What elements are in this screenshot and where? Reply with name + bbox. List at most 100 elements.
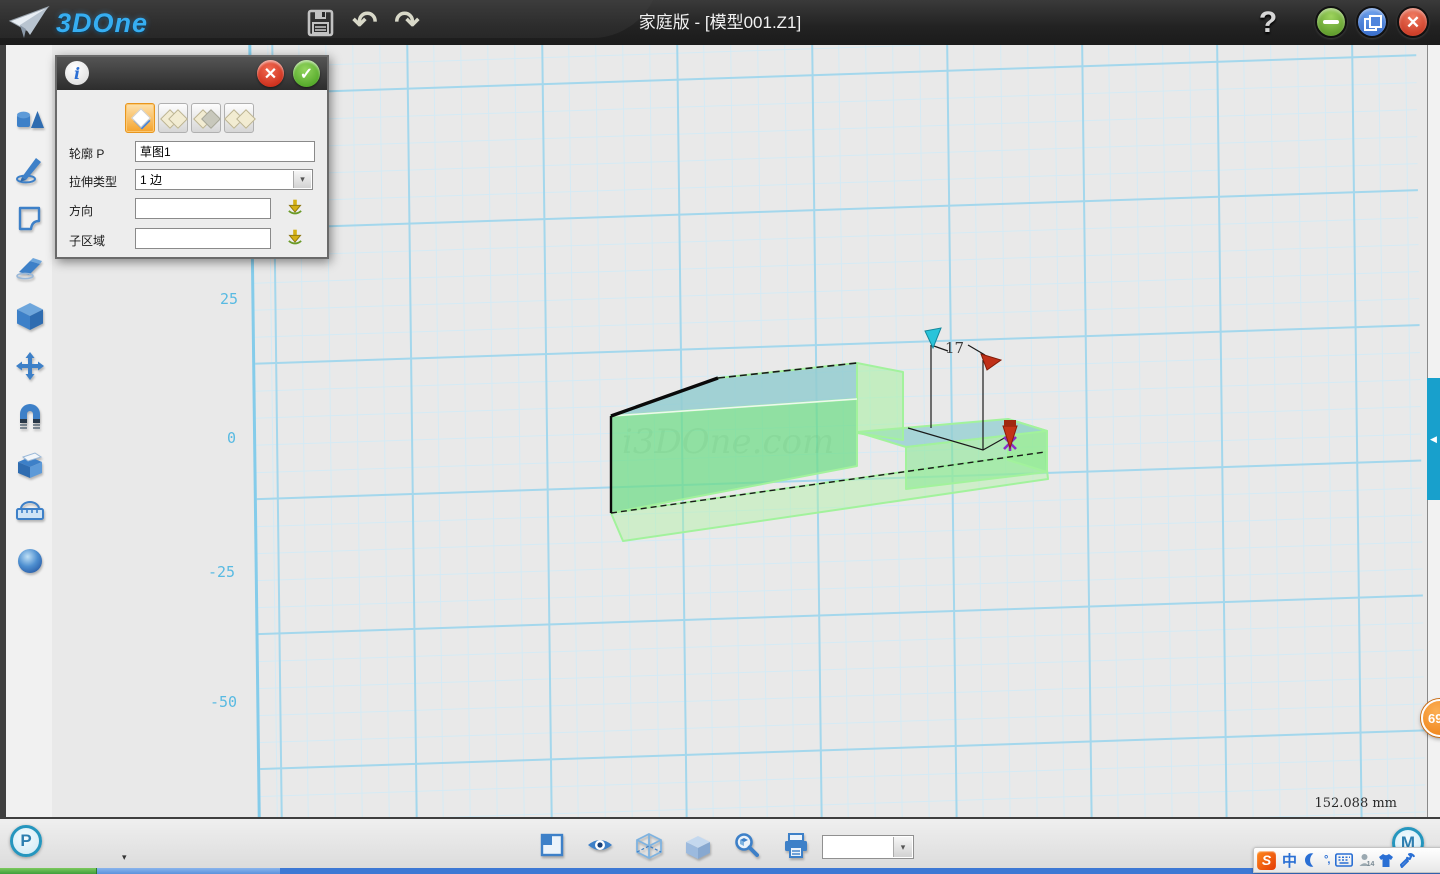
measure-ruler-icon — [15, 497, 45, 527]
restore-button[interactable] — [1356, 6, 1388, 38]
dialog-confirm-button[interactable]: ✓ — [293, 60, 320, 87]
start-button-edge[interactable] — [0, 868, 97, 874]
feature-cube-icon — [15, 301, 45, 331]
help-button[interactable]: ? — [1250, 4, 1286, 42]
save-button[interactable] — [303, 8, 337, 38]
eye-icon — [586, 832, 614, 858]
profile-badge-left-letter: P — [20, 831, 31, 851]
wrench-icon — [1400, 853, 1415, 868]
minimize-button[interactable] — [1315, 6, 1347, 38]
printer-icon — [782, 832, 810, 860]
chinese-mode-label: 中 — [1282, 850, 1297, 871]
boolean-option-base[interactable] — [125, 103, 155, 133]
red-flag-handle[interactable] — [981, 354, 1001, 370]
view-toolbar: P ▾ — [0, 817, 1440, 868]
zoom-tool-button[interactable] — [733, 832, 761, 860]
layout-view-icon — [539, 832, 565, 858]
shaded-display-button[interactable] — [684, 832, 712, 860]
direction-input[interactable] — [135, 198, 271, 219]
cancel-icon: ✕ — [264, 64, 277, 84]
moon-icon — [1303, 852, 1318, 868]
ime-softkeyboard-button[interactable] — [1335, 850, 1353, 870]
tool-sidebar — [0, 45, 53, 817]
subregion-pick-button[interactable] — [285, 228, 305, 248]
keyboard-icon — [1335, 853, 1353, 867]
ime-toolbar: S 中 °, 14 — [1253, 847, 1440, 873]
notification-count: 69 — [1428, 711, 1440, 726]
sidebar-magnet-button[interactable] — [14, 400, 46, 432]
visibility-button[interactable] — [586, 832, 614, 860]
chevron-down-icon: ▾ — [893, 837, 912, 857]
wireframe-cube-icon — [635, 832, 663, 860]
ime-settings-button[interactable] — [1400, 850, 1415, 870]
ime-skin-button[interactable] — [1378, 850, 1394, 870]
ime-halfmoon-toggle[interactable] — [1303, 850, 1318, 870]
ime-punctuation-toggle[interactable]: °, — [1324, 850, 1329, 870]
check-icon: ✓ — [300, 64, 313, 84]
user-count-badge: 14 — [1367, 861, 1375, 868]
app-name: 3DOne — [56, 8, 148, 39]
os-taskbar-edge[interactable] — [0, 868, 1440, 874]
subregion-field-label: 子区域 — [69, 232, 105, 249]
wireframe-display-button[interactable] — [635, 832, 663, 860]
view-preset-dropdown[interactable]: ▾ — [822, 835, 914, 859]
pick-arrow-icon — [286, 198, 304, 216]
undo-button[interactable]: ↶ — [348, 8, 382, 38]
extrude-type-select[interactable]: 1 边 ▾ — [135, 169, 313, 190]
move-arrows-icon — [15, 351, 45, 381]
titlebar: 3DOne ↶ ↷ 家庭版 - [模型001.Z1] ? ✕ — [0, 0, 1440, 46]
sketch-plane-icon — [15, 203, 45, 233]
sidebar-render-button[interactable] — [14, 546, 46, 578]
save-icon — [307, 9, 334, 37]
print-button[interactable] — [782, 832, 810, 860]
close-button[interactable]: ✕ — [1397, 6, 1429, 38]
boolean-option-add[interactable] — [158, 103, 188, 133]
panel-collapse-tab[interactable]: ◀ — [1427, 378, 1440, 500]
paper-plane-icon — [8, 5, 50, 41]
double-diamond-icon — [236, 109, 256, 129]
redo-button[interactable]: ↷ — [390, 8, 424, 38]
restore-icon — [1364, 15, 1380, 29]
dimension-value: 17 — [945, 339, 964, 357]
diamond-icon — [131, 108, 151, 128]
sidebar-move-button[interactable] — [14, 351, 46, 383]
taskbar-app-edge[interactable] — [97, 868, 280, 874]
subregion-input[interactable] — [135, 228, 271, 249]
sidebar-edit-sketch-button[interactable] — [14, 203, 46, 235]
pick-arrow-icon — [286, 228, 304, 246]
info-icon: i — [65, 61, 89, 85]
profile-input[interactable] — [135, 141, 315, 162]
close-icon: ✕ — [1406, 14, 1420, 31]
sidebar-solid-primitives-button[interactable] — [14, 106, 46, 138]
render-sphere-icon — [15, 546, 45, 576]
sidebar-measure-button[interactable] — [14, 497, 46, 529]
undo-icon: ↶ — [352, 9, 377, 37]
sidebar-sketch-button[interactable] — [14, 155, 46, 187]
sidebar-combine-button[interactable] — [14, 449, 46, 481]
ime-brand-button[interactable]: S — [1257, 850, 1276, 870]
extrude-type-label: 拉伸类型 — [69, 173, 117, 190]
zoom-search-icon — [733, 832, 761, 860]
collapse-arrow-icon: ◀ — [1430, 434, 1437, 445]
cyan-flag-handle[interactable] — [925, 328, 941, 348]
eraser-icon — [15, 253, 45, 283]
sidebar-features-button[interactable] — [14, 301, 46, 333]
shaded-cube-icon — [684, 832, 712, 860]
boolean-option-subtract[interactable] — [191, 103, 221, 133]
sidebar-eraser-button[interactable] — [14, 253, 46, 285]
tshirt-icon — [1378, 853, 1394, 868]
extrude-type-value: 1 边 — [140, 171, 162, 188]
dialog-cancel-button[interactable]: ✕ — [257, 60, 284, 87]
magnet-icon — [15, 400, 45, 430]
ime-language-toggle[interactable]: 中 — [1282, 850, 1297, 870]
profile-menu-caret[interactable]: ▾ — [122, 852, 127, 863]
ime-account-button[interactable]: 14 — [1359, 850, 1372, 870]
direction-pick-button[interactable] — [285, 198, 305, 218]
boolean-option-intersect[interactable] — [224, 103, 254, 133]
sketch-pencil-icon — [15, 155, 45, 185]
punctuation-icon: °, — [1324, 854, 1329, 866]
layout-view-button[interactable] — [538, 832, 566, 860]
solid-primitives-icon — [15, 106, 45, 136]
dialog-header: i ✕ ✓ — [57, 57, 327, 90]
profile-badge-left[interactable]: P — [10, 825, 42, 857]
